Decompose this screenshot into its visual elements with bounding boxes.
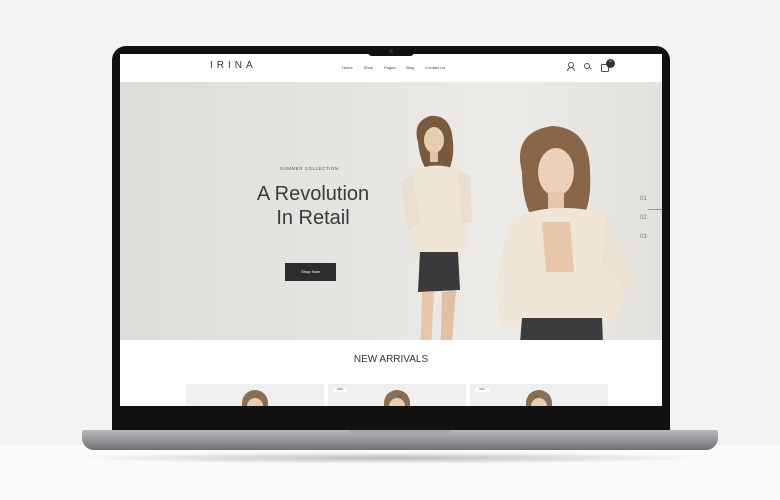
laptop-base-notch	[350, 430, 450, 435]
slide-dot-2[interactable]: 02	[640, 215, 647, 221]
shop-now-button[interactable]: Shop Now	[285, 263, 336, 281]
laptop-shadow	[70, 452, 710, 464]
slide-pagination: 01 02 03	[640, 196, 647, 253]
nav-shop[interactable]: Shop	[364, 65, 373, 70]
new-arrivals-section: NEW ARRIVALS NEW NEW	[120, 340, 662, 406]
product-tag: NEW	[475, 388, 489, 392]
hero-subtitle: SUMMER COLLECTION	[280, 166, 339, 171]
laptop-screen: IRINA Home Shop Pages Blog Contact Us 0	[120, 54, 662, 406]
site-header: IRINA Home Shop Pages Blog Contact Us 0	[120, 54, 662, 82]
nav-pages[interactable]: Pages	[384, 65, 395, 70]
camera-icon	[389, 49, 393, 53]
header-icons: 0	[566, 59, 615, 72]
nav-contact[interactable]: Contact Us	[425, 65, 445, 70]
nav-home[interactable]: Home	[342, 65, 353, 70]
hero-model-right	[496, 126, 636, 368]
section-title: NEW ARRIVALS	[353, 354, 429, 365]
hero-banner: SUMMER COLLECTION A Revolution In Retail…	[120, 82, 662, 368]
slide-dot-1[interactable]: 01	[640, 196, 647, 202]
hero-title-line1: A Revolution	[256, 183, 370, 205]
slide-active-indicator	[648, 209, 662, 210]
product-tag: NEW	[333, 388, 347, 392]
product-card[interactable]	[186, 384, 324, 406]
product-card[interactable]: NEW	[470, 384, 608, 406]
hero-model-left	[400, 115, 472, 368]
camera-notch	[368, 46, 414, 56]
hero-title: A Revolution In Retail	[238, 182, 388, 230]
cart-icon[interactable]: 0	[600, 59, 615, 72]
hero-title-line2: In Retail	[276, 207, 350, 229]
main-nav: Home Shop Pages Blog Contact Us	[342, 65, 445, 70]
cart-badge: 0	[606, 59, 615, 68]
site-logo[interactable]: IRINA	[210, 60, 257, 71]
nav-blog[interactable]: Blog	[406, 65, 414, 70]
product-card[interactable]: NEW	[328, 384, 466, 406]
laptop-base	[82, 430, 718, 450]
laptop-lid: IRINA Home Shop Pages Blog Contact Us 0	[112, 46, 670, 432]
slide-dot-3[interactable]: 03	[640, 234, 647, 240]
search-icon[interactable]	[583, 62, 592, 71]
user-icon[interactable]	[566, 62, 575, 71]
